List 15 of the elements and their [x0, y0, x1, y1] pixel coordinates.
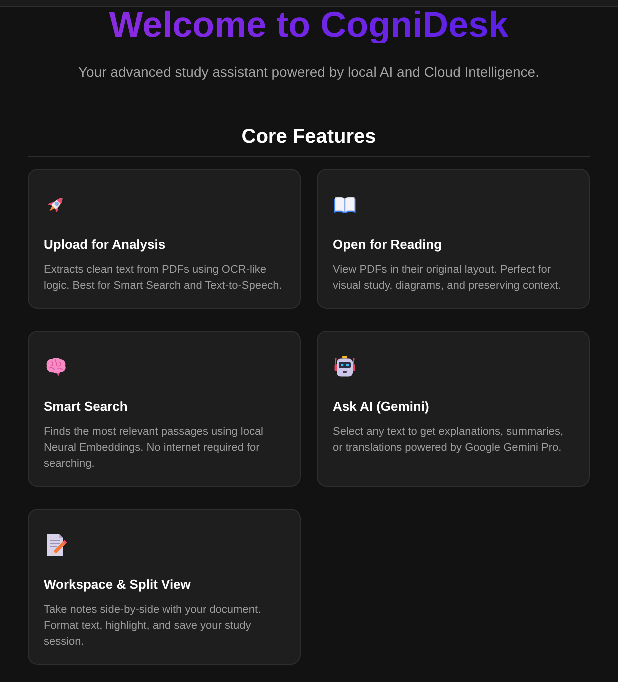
card-title: Smart Search — [44, 398, 128, 416]
robot-icon — [333, 355, 357, 379]
document-pencil-icon — [44, 533, 68, 557]
card-title: Workspace & Split View — [44, 576, 191, 594]
card-description: View PDFs in their original layout. Perfect for visual study, diagrams, and preserving context. — [333, 263, 562, 294]
card-title: Open for Reading — [333, 236, 442, 254]
page-subtitle: Your advanced study assistant powered by local AI and Cloud Intelligence. — [78, 63, 540, 82]
card-description: Extracts clean text from PDFs using OCR-like logic. Best for Smart Search and Text-to-Speech. — [44, 263, 284, 294]
card-title: Ask AI (Gemini) — [333, 398, 430, 416]
card-description: Take notes side-by-side with your document. Format text, highlight, and save your study session. — [44, 603, 262, 650]
card-description: Select any text to get explanations, summaries, or translations powered by Google Gemini Pro. — [333, 425, 565, 456]
card-description: Finds the most relevant passages using local Neural Embeddings. No internet required for searching. — [44, 425, 265, 472]
brain-icon — [44, 355, 68, 379]
card-title: Upload for Analysis — [44, 236, 166, 254]
section-heading: Core Features — [242, 125, 376, 149]
